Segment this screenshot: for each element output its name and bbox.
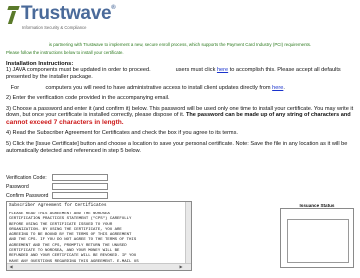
issuance-status-box	[287, 219, 349, 263]
step-2: 2) Enter the verification code provided …	[6, 95, 170, 102]
verification-row: Verification Code:	[6, 174, 186, 183]
subscriber-agreement-textarea[interactable]: Subscriber Agreement for Certificates PL…	[6, 201, 192, 271]
verification-code-input[interactable]	[52, 174, 108, 181]
brand-name: Trustwave	[21, 3, 112, 24]
agreement-body: PLEASE READ THIS AGREEMENT AND THE NORDS…	[9, 212, 139, 262]
agreement-title: Subscriber Agreement for Certificates	[9, 203, 107, 208]
instructions-panel: is partnering with Trustwave to implemen…	[6, 42, 354, 158]
step-3: 3) Choose a password and enter it (and c…	[6, 105, 354, 126]
confirm-password-input[interactable]	[52, 192, 108, 199]
password-length-warning: cannot exceed 7 characters in length.	[6, 118, 124, 126]
step-5: 5) Click the [Issue Certificate] button …	[6, 140, 348, 154]
password-input[interactable]	[52, 183, 108, 190]
issuance-status-title: Issuance Status	[281, 203, 353, 208]
follow-note: Please follow the instructions below to …	[6, 50, 124, 56]
password-row: Password	[6, 183, 186, 192]
scroll-right-icon[interactable]: ▶	[178, 264, 184, 270]
scroll-left-icon[interactable]: ◀	[8, 264, 14, 270]
trustwave-logo-mark	[6, 6, 20, 24]
certificate-form: Verification Code: Password Confirm Pass…	[6, 174, 186, 201]
step-1b: For computers you will need to have admi…	[10, 84, 285, 91]
password-label: Password	[6, 184, 29, 190]
brand-tagline: Information Security & Compliance	[22, 25, 87, 30]
agreement-horizontal-scrollbar[interactable]: ◀ ▶	[7, 263, 191, 270]
trustwave-logo: Trustwave® Information Security & Compli…	[6, 3, 116, 32]
java-update-link[interactable]: here	[217, 67, 228, 73]
issuance-status-panel: Issuance Status	[280, 203, 354, 268]
page-header: Trustwave® Information Security & Compli…	[0, 0, 360, 34]
instructions-title: Installation Instructions:	[6, 60, 74, 67]
step-4: 4) Read the Subscriber Agreement for Cer…	[6, 130, 238, 137]
agreement-vertical-scrollbar[interactable]	[185, 202, 191, 264]
step-1: 1) JAVA components must be updated in or…	[6, 67, 341, 80]
verification-code-label: Verification Code:	[6, 175, 47, 181]
confirm-password-label: Confirm Password	[6, 193, 49, 199]
intro-text: is partnering with Trustwave to implemen…	[48, 42, 312, 47]
confirm-password-row: Confirm Password	[6, 192, 186, 201]
client-update-link[interactable]: here	[272, 85, 283, 91]
